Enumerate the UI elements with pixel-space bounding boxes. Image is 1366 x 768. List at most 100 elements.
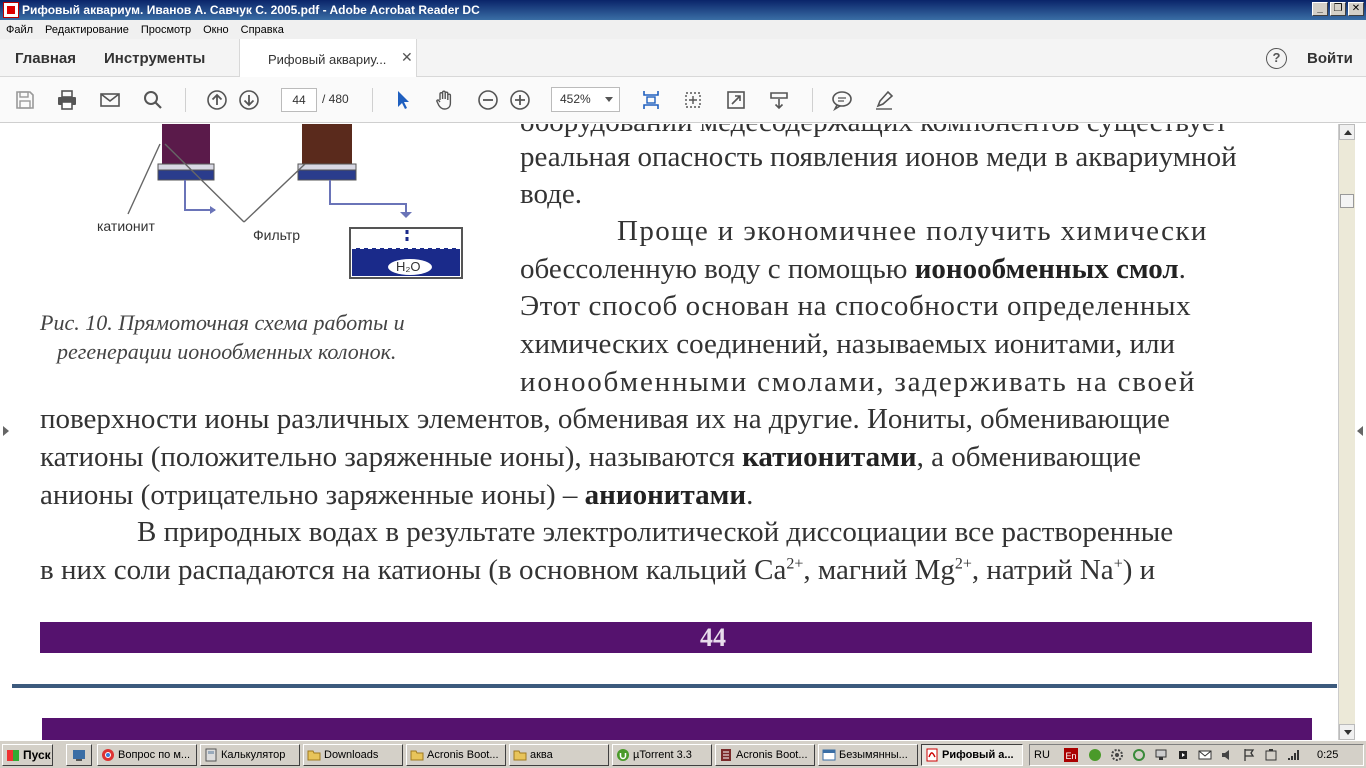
print-icon[interactable] (54, 87, 80, 113)
comment-icon[interactable] (829, 87, 855, 113)
sync-tray-icon[interactable] (1132, 748, 1146, 762)
scroll-up-button[interactable] (1339, 124, 1355, 140)
english-keyboard-icon[interactable]: En (1064, 748, 1078, 762)
zoom-select[interactable]: 452% (551, 87, 620, 112)
text-line: ионообменными смолами, задерживать на св… (520, 366, 1197, 398)
tab-home[interactable]: Главная (15, 50, 76, 67)
system-tray: RU En 0:25 (1029, 744, 1364, 766)
zoom-in-icon[interactable] (507, 87, 533, 113)
bold-term: анионитами (584, 479, 747, 511)
text-line: реальная опасность появления ионов меди … (520, 141, 1237, 173)
scroll-down-icon (1344, 730, 1352, 735)
figure-caption-line2: регенерации ионообменных колонок. (57, 339, 397, 364)
utorrent-tray-icon[interactable] (1088, 748, 1102, 762)
scroll-up-icon (1344, 130, 1352, 135)
scrolling-mode-icon[interactable] (766, 87, 792, 113)
taskbar-item-chrome[interactable]: Вопрос по м... (97, 744, 197, 766)
acrobat-app-icon (3, 2, 19, 18)
menu-help[interactable]: Справка (235, 24, 290, 36)
zoom-out-icon[interactable] (475, 87, 501, 113)
scroll-down-button[interactable] (1339, 724, 1355, 740)
settings-tray-icon[interactable] (1110, 748, 1124, 762)
full-screen-icon[interactable] (723, 87, 749, 113)
taskbar-item-downloads[interactable]: Downloads (303, 744, 403, 766)
figure-caption-line1: Рис. 10. Прямоточная схема работы и (40, 310, 405, 335)
toolbar-separator (812, 88, 813, 112)
collapse-left-panel-icon[interactable] (3, 426, 9, 436)
expand-right-panel-icon[interactable] (1357, 426, 1363, 436)
ion-exchange-diagram (127, 124, 463, 279)
taskbar-item-acronis-2[interactable]: Acronis Boot... (715, 744, 815, 766)
text-line: обессоленную воду с помощью ионообменных… (520, 253, 1186, 285)
cationite-label: катионит (97, 218, 155, 234)
text-line: Проще и экономичнее получить химически (617, 215, 1208, 247)
highlight-pen-icon[interactable] (871, 87, 897, 113)
cation-column-top (162, 124, 210, 164)
minimize-button[interactable]: _ (1312, 2, 1328, 16)
scrollbar-thumb[interactable] (1340, 194, 1354, 208)
help-icon[interactable]: ? (1266, 48, 1287, 69)
text-line: поверхности ионы различных элементов, об… (40, 403, 1170, 435)
window-title: Рифовый аквариум. Иванов А. Савчук С. 20… (22, 3, 480, 17)
login-button[interactable]: Войти (1307, 50, 1353, 67)
anion-column-top (302, 124, 352, 164)
tab-document-title: Рифовый аквариу... (268, 52, 387, 67)
media-tray-icon[interactable] (1176, 748, 1190, 762)
bold-term: ионообменных смол (914, 253, 1179, 285)
zoom-value: 452% (560, 92, 591, 106)
text-line: катионы (положительно заряженные ионы), … (40, 441, 1142, 473)
select-cursor-icon[interactable] (389, 87, 415, 113)
clock[interactable]: 0:25 (1317, 749, 1338, 761)
page-number-input[interactable]: 44 (281, 88, 317, 112)
tab-document[interactable]: Рифовый аквариу... ✕ (239, 39, 417, 78)
taskbar-item-acronis-1[interactable]: Acronis Boot... (406, 744, 506, 766)
language-indicator[interactable]: RU (1034, 749, 1050, 761)
quick-launch-icon[interactable] (66, 744, 92, 766)
taskbar-item-acrobat[interactable]: Рифовый а... (921, 744, 1023, 766)
search-icon[interactable] (140, 87, 166, 113)
mail-tray-icon[interactable] (1198, 748, 1212, 762)
vertical-scrollbar[interactable] (1338, 124, 1355, 740)
taskbar-item-akva[interactable]: аква (509, 744, 609, 766)
email-icon[interactable] (97, 87, 123, 113)
svg-text:En: En (1066, 751, 1077, 761)
restore-button[interactable]: ❐ (1330, 2, 1346, 16)
page-total: / 480 (322, 92, 349, 106)
hand-tool-icon[interactable] (432, 87, 458, 113)
signal-tray-icon[interactable] (1286, 748, 1300, 762)
text-line: в них соли распадаются на катионы (в осн… (40, 554, 1156, 586)
network-tray-icon[interactable] (1154, 748, 1168, 762)
page-divider (12, 684, 1337, 688)
taskbar-item-calculator[interactable]: Калькулятор (200, 744, 300, 766)
fit-page-icon[interactable] (638, 87, 664, 113)
title-bar: Рифовый аквариум. Иванов А. Савчук С. 20… (0, 0, 1366, 20)
save-icon[interactable] (12, 87, 38, 113)
tab-tools[interactable]: Инструменты (104, 50, 205, 67)
battery-tray-icon[interactable] (1264, 748, 1278, 762)
menu-file[interactable]: Файл (0, 24, 39, 36)
next-page-icon[interactable] (236, 87, 262, 113)
text-line: оборудовании медесодержащих компонентов … (520, 124, 1228, 139)
menu-window[interactable]: Окно (197, 24, 235, 36)
close-tab-icon[interactable]: ✕ (401, 49, 413, 66)
taskbar-item-untitled[interactable]: Безымянны... (818, 744, 918, 766)
text-line: Этот способ основан на способности опред… (520, 290, 1192, 322)
flag-tray-icon[interactable] (1242, 748, 1256, 762)
toolbar-separator (372, 88, 373, 112)
menu-edit[interactable]: Редактирование (39, 24, 135, 36)
rotate-view-icon[interactable] (680, 87, 706, 113)
volume-icon[interactable] (1220, 748, 1234, 762)
chevron-down-icon (605, 97, 613, 102)
filter-label: Фильтр (253, 227, 301, 243)
menu-view[interactable]: Просмотр (135, 24, 197, 36)
text-line: В природных водах в результате электроли… (137, 516, 1174, 548)
toolbar-separator (185, 88, 186, 112)
previous-page-icon[interactable] (204, 87, 230, 113)
text-line: химических соединений, называемых ионита… (520, 328, 1176, 360)
taskbar-item-utorrent[interactable]: µTorrent 3.3 (612, 744, 712, 766)
toolbar (0, 77, 1366, 123)
bold-term: катионитами (742, 441, 917, 473)
start-button[interactable]: Пуск (2, 744, 53, 766)
close-window-button[interactable]: ✕ (1348, 2, 1364, 16)
page-number-label: 44 (700, 623, 726, 652)
